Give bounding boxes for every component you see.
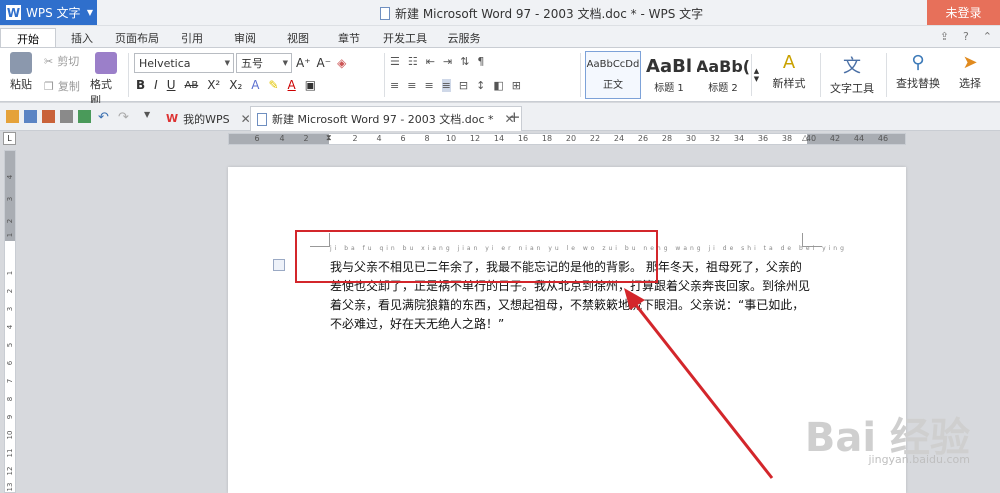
watermark: Bai 经验 jingyan.baidu.com — [804, 415, 970, 466]
